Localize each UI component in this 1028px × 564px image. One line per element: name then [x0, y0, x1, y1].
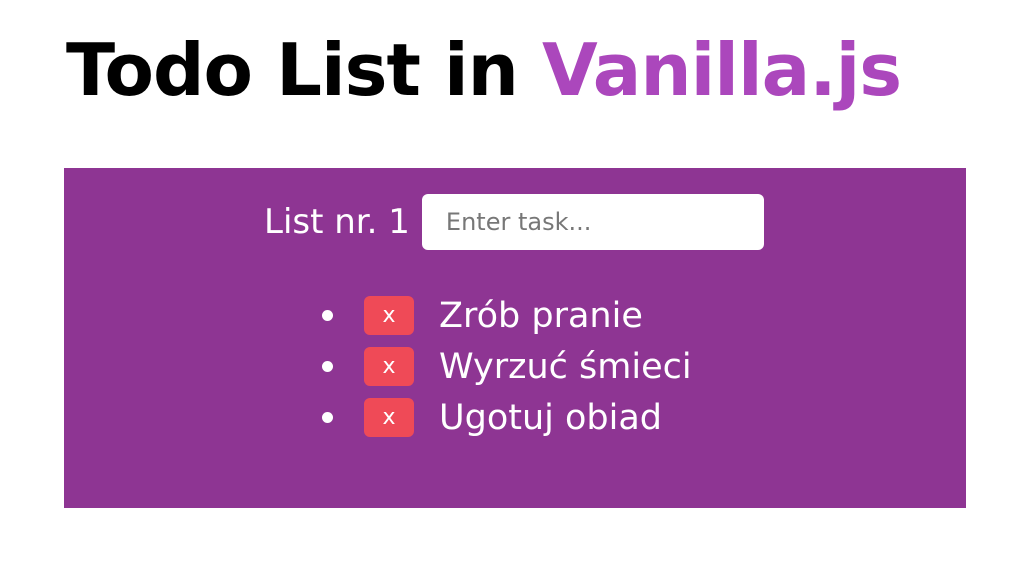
delete-task-button[interactable]: x: [364, 398, 414, 437]
list-label: List nr. 1: [264, 202, 410, 242]
task-text: Wyrzuć śmieci: [439, 346, 692, 387]
delete-task-button[interactable]: x: [364, 296, 414, 335]
task-input[interactable]: [421, 194, 764, 250]
task-item: x Wyrzuć śmieci: [322, 341, 692, 392]
task-item: x Ugotuj obiad: [322, 392, 692, 443]
list-header: List nr. 1: [264, 194, 764, 250]
task-text: Ugotuj obiad: [439, 397, 663, 438]
page-title: Todo List in Vanilla.js: [66, 24, 902, 116]
bullet-icon: [322, 412, 333, 423]
todo-panel: List nr. 1 x Zrób pranie x Wyrzuć śmieci…: [64, 168, 966, 508]
task-text: Zrób pranie: [439, 295, 643, 336]
bullet-icon: [322, 361, 333, 372]
delete-task-button[interactable]: x: [364, 347, 414, 386]
task-item: x Zrób pranie: [322, 290, 692, 341]
bullet-icon: [322, 310, 333, 321]
task-list: x Zrób pranie x Wyrzuć śmieci x Ugotuj o…: [322, 290, 692, 443]
title-accent: Vanilla.js: [542, 28, 902, 112]
title-main: Todo List in: [66, 28, 542, 112]
